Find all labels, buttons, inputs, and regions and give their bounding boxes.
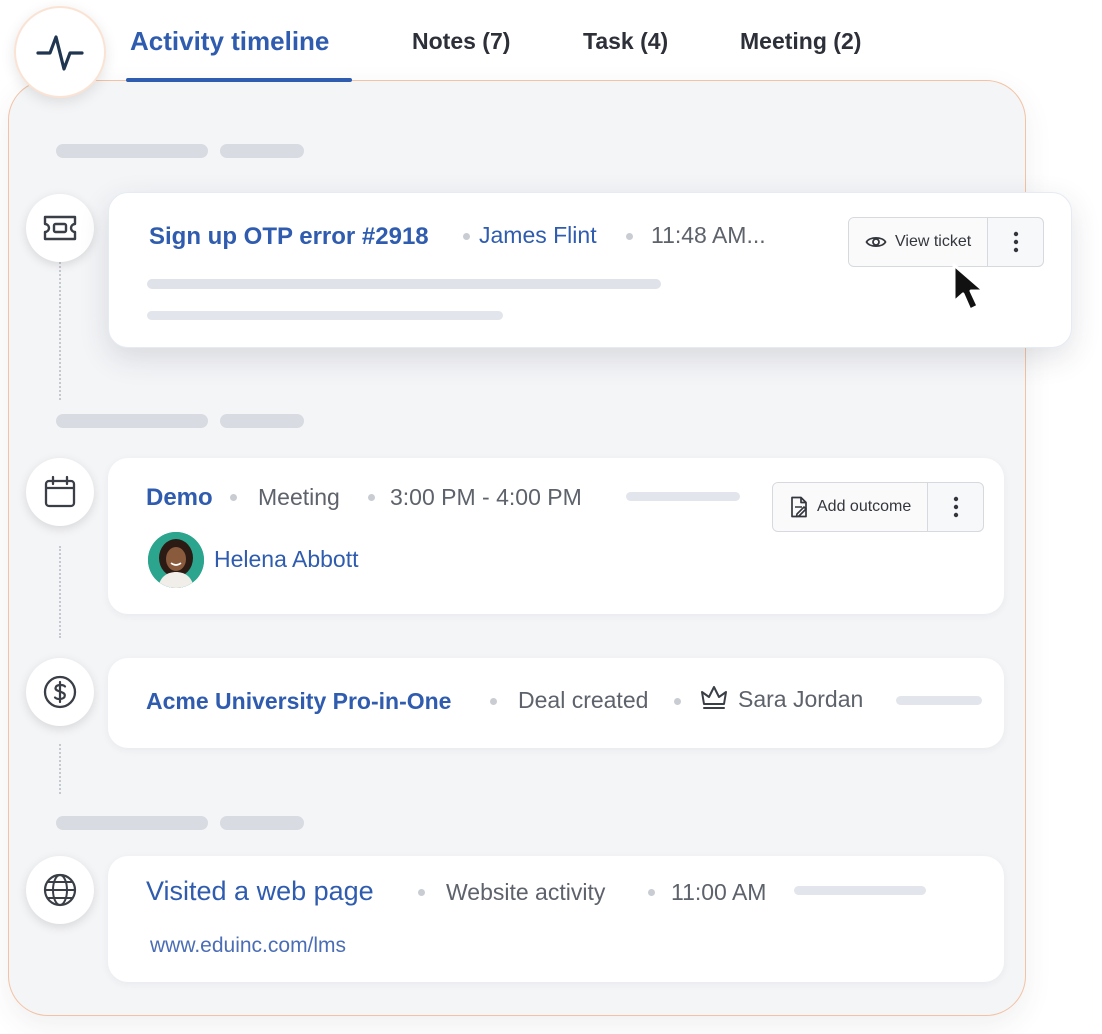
eye-icon [865,236,887,248]
meeting-extra-placeholder [626,492,740,501]
tab-task[interactable]: Task (4) [583,28,668,55]
ticket-icon [43,215,77,241]
view-ticket-label: View ticket [895,233,972,250]
meeting-actions: Add outcome [772,482,985,532]
separator-dot [418,889,425,896]
ticket-time: 11:48 AM... [651,222,766,248]
activity-badge [14,6,106,98]
tab-notes[interactable]: Notes (7) [412,28,510,55]
separator-dot [368,494,375,501]
separator-dot [626,233,633,240]
meeting-time: 3:00 PM - 4:00 PM [390,484,582,510]
separator-dot [490,698,497,705]
timeline-connector [59,744,61,794]
date-header-placeholder [220,816,304,830]
ticket-title-link[interactable]: Sign up OTP error #2918 [149,223,429,251]
ticket-description-placeholder [147,279,661,289]
ticket-icon-circle [26,194,94,262]
mouse-cursor-icon [952,263,986,312]
meeting-more-button[interactable] [927,483,983,531]
activity-pulse-icon [36,35,84,71]
date-header-placeholder [56,816,208,830]
attendee-avatar [148,532,204,588]
note-edit-icon [791,496,807,518]
date-header-placeholder [220,414,304,428]
dollar-icon [43,675,77,709]
globe-icon [43,873,77,907]
timeline-connector [59,546,61,638]
dollar-icon-circle [26,658,94,726]
web-activity-type: Website activity [446,879,606,905]
add-outcome-label: Add outcome [817,498,912,515]
web-visit-card[interactable]: Visited a web page Website activity 11:0… [108,856,1004,982]
meeting-title-link[interactable]: Demo [146,484,213,512]
ticket-more-button[interactable] [987,218,1043,266]
deal-title-link[interactable]: Acme University Pro-in-One [146,688,451,715]
separator-dot [648,889,655,896]
date-header-placeholder [220,144,304,158]
ticket-card[interactable]: Sign up OTP error #2918 James Flint 11:4… [108,192,1072,348]
tab-activity-timeline[interactable]: Activity timeline [130,26,329,57]
timeline-connector [59,262,61,400]
separator-dot [230,494,237,501]
date-header-placeholder [56,414,208,428]
separator-dot [674,698,681,705]
attendee-name-link[interactable]: Helena Abbott [214,546,359,573]
active-tab-indicator [126,78,352,82]
web-visit-title-link[interactable]: Visited a web page [146,876,374,907]
deal-extra-placeholder [896,696,982,705]
meeting-type: Meeting [258,484,340,510]
add-outcome-button[interactable]: Add outcome [773,483,928,531]
ticket-description-placeholder [147,311,503,320]
crown-icon [701,686,727,709]
calendar-icon-circle [26,458,94,526]
ticket-person-link[interactable]: James Flint [479,222,597,249]
more-vertical-icon [1013,231,1018,253]
more-vertical-icon [953,496,958,518]
date-header-placeholder [56,144,208,158]
web-extra-placeholder [794,886,926,895]
globe-icon-circle [26,856,94,924]
tab-meeting[interactable]: Meeting (2) [740,28,861,55]
person-avatar-icon [148,532,204,588]
web-visit-time: 11:00 AM [671,879,767,905]
deal-owner: Sara Jordan [738,686,864,712]
web-url-link[interactable]: www.eduinc.com/lms [150,934,346,958]
calendar-icon [44,475,76,508]
meeting-card[interactable]: Demo Meeting 3:00 PM - 4:00 PM Add outco… [108,458,1004,614]
view-ticket-button[interactable]: View ticket [849,218,988,266]
deal-status: Deal created [518,687,649,713]
deal-card[interactable]: Acme University Pro-in-One Deal created … [108,658,1004,748]
separator-dot [463,233,470,240]
ticket-actions: View ticket [848,217,1045,267]
